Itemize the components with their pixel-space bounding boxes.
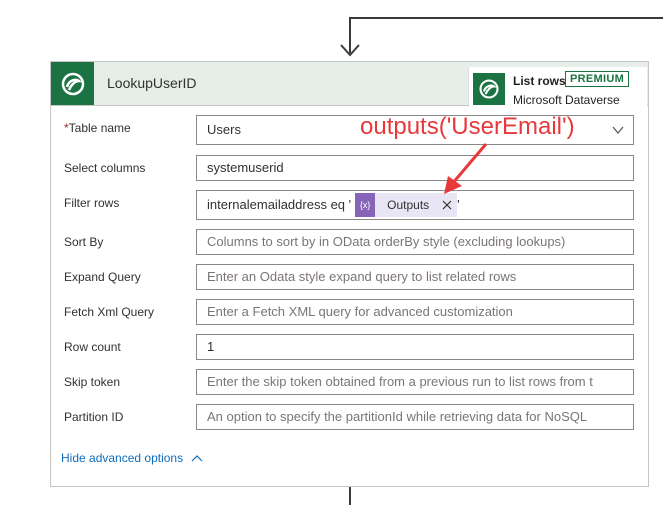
row-count-label: Row count — [64, 340, 121, 354]
connector-name: Microsoft Dataverse — [513, 93, 620, 107]
token-label: Outputs — [387, 198, 430, 212]
flow-connector-top-horizontal — [349, 17, 663, 19]
card-header[interactable]: LookupUserID List rows PREMIUM Microsoft… — [51, 62, 648, 107]
annotation-arrow-icon — [444, 143, 488, 194]
hide-advanced-label: Hide advanced options — [61, 451, 184, 465]
flow-connector-bottom — [349, 487, 351, 505]
sort-by-input[interactable]: Columns to sort by in OData orderBy styl… — [196, 229, 634, 255]
table-name-value: Users — [207, 122, 241, 137]
select-columns-input[interactable]: systemuserid — [196, 155, 634, 181]
fetch-xml-input[interactable]: Enter a Fetch XML query for advanced cus… — [196, 299, 634, 325]
skip-token-input[interactable]: Enter the skip token obtained from a pre… — [196, 369, 634, 395]
chevron-up-icon — [191, 455, 203, 462]
row-count-input[interactable]: 1 — [196, 334, 634, 360]
arrow-down-icon — [340, 44, 360, 57]
filter-rows-label: Filter rows — [64, 196, 120, 210]
partition-id-label: Partition ID — [64, 410, 124, 424]
hide-advanced-options-link[interactable]: Hide advanced options — [61, 451, 203, 465]
action-name: List rows — [513, 74, 566, 88]
sort-by-label: Sort By — [64, 235, 104, 249]
chevron-down-icon — [612, 126, 624, 135]
table-name-label: *Table name — [64, 121, 131, 135]
dataverse-icon — [473, 73, 505, 105]
annotation-text: outputs('UserEmail') — [360, 113, 575, 140]
skip-token-label: Skip token — [64, 375, 121, 389]
expression-icon: {x} — [355, 193, 376, 217]
filter-rows-input[interactable]: internalemailaddress eq ' {x} Outputs ' — [196, 190, 634, 220]
expand-query-input[interactable]: Enter an Odata style expand query to lis… — [196, 264, 634, 290]
fetch-xml-label: Fetch Xml Query — [64, 305, 155, 319]
premium-badge: PREMIUM — [565, 71, 630, 87]
card-title[interactable]: LookupUserID — [107, 75, 197, 91]
dataverse-icon — [51, 62, 94, 105]
partition-id-input[interactable]: An option to specify the partitionId whi… — [196, 404, 634, 430]
select-columns-label: Select columns — [64, 161, 146, 175]
connector-info: List rows PREMIUM Microsoft Dataverse — [468, 67, 647, 107]
filter-prefix: internalemailaddress eq ' — [207, 197, 352, 212]
expand-query-label: Expand Query — [64, 270, 141, 284]
